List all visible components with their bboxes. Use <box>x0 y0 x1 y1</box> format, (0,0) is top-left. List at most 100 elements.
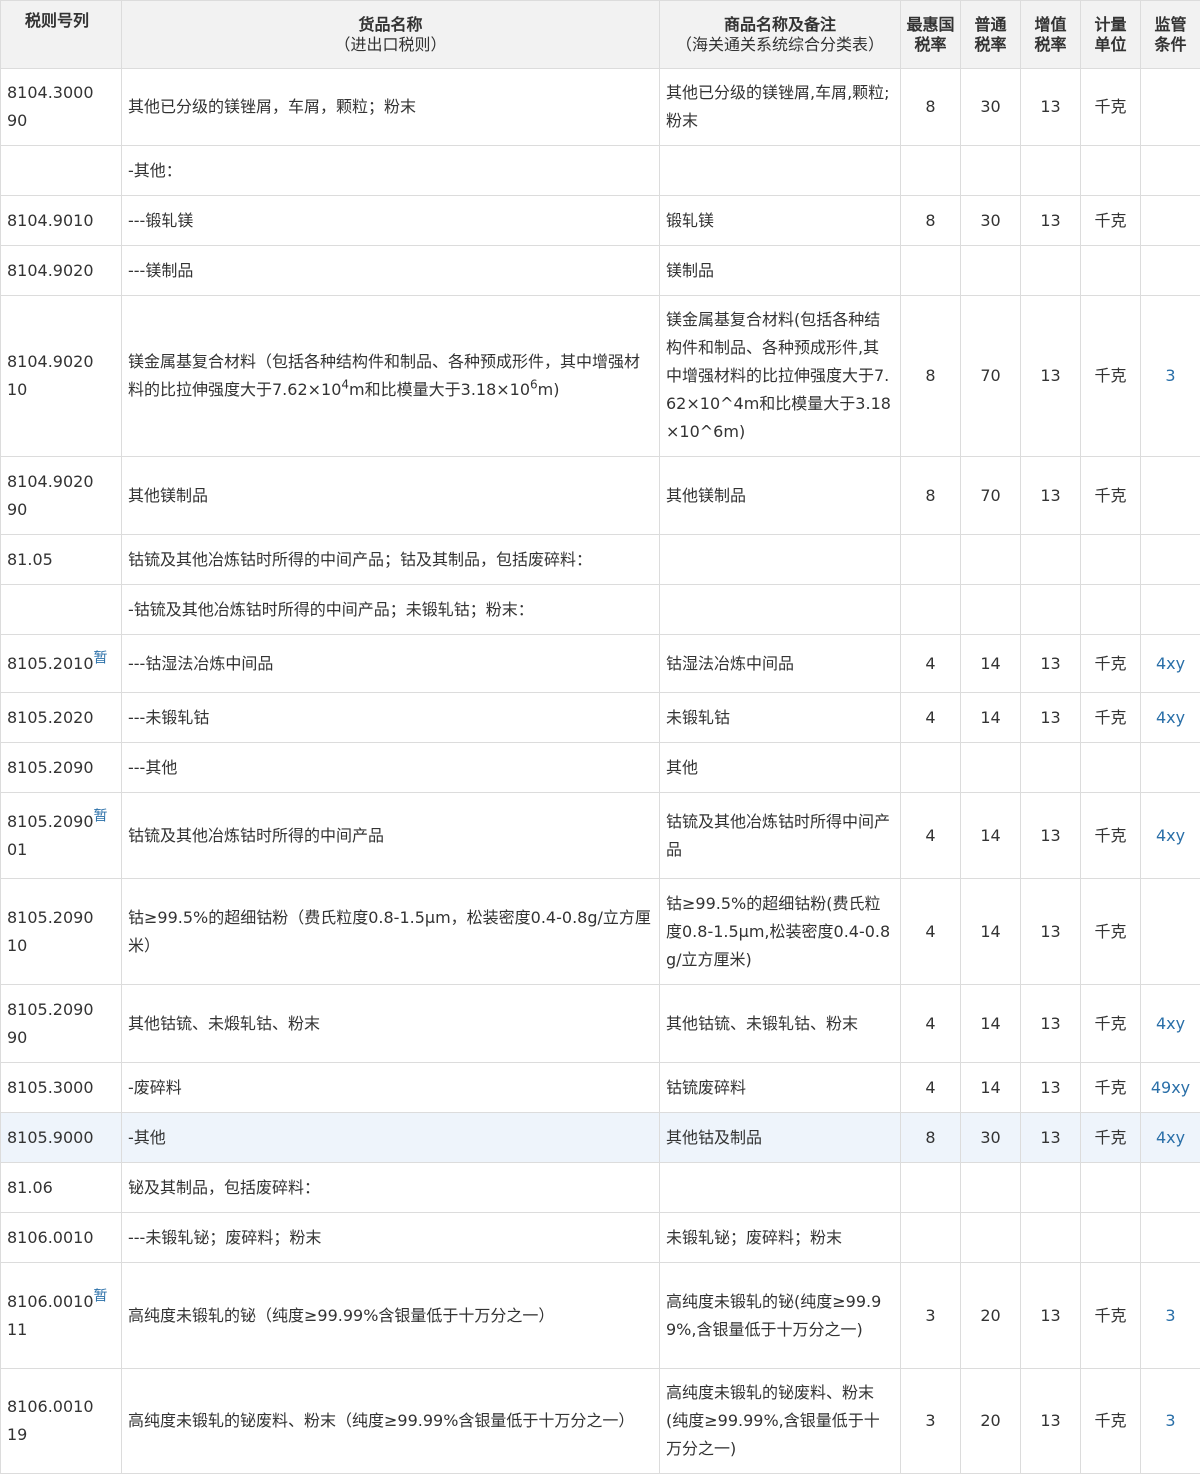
goods-remark: 钴湿法冶炼中间品 <box>660 635 901 693</box>
mfn-rate <box>901 585 961 635</box>
table-row: 8106.0010暂11 高纯度未锻轧的铋（纯度≥99.99%含银量低于十万分之… <box>1 1263 1200 1369</box>
goods-remark: 钴锍及其他冶炼钴时所得中间产品 <box>660 793 901 879</box>
tariff-code-suffix: 90 <box>7 111 27 130</box>
goods-name: 其他钴锍、未煅轧钴、粉末 <box>122 985 660 1063</box>
goods-name: 钴锍及其他冶炼钴时所得的中间产品；钴及其制品，包括废碎料： <box>122 535 660 585</box>
goods-remark <box>660 146 901 196</box>
goods-name: ---其他 <box>122 743 660 793</box>
goods-remark: 其他镁制品 <box>660 457 901 535</box>
vat-rate <box>1021 535 1081 585</box>
general-rate: 20 <box>961 1263 1021 1369</box>
tariff-code: 8105.2090 <box>7 1000 94 1019</box>
supervision-link[interactable]: 4xy <box>1141 693 1200 743</box>
table-row: 8106.001019 高纯度未锻轧的铋废料、粉末（纯度≥99.99%含银量低于… <box>1 1369 1200 1474</box>
goods-name: 钴≥99.5%的超细钴粉（费氏粒度0.8-1.5μm，松装密度0.4-0.8g/… <box>122 879 660 985</box>
tariff-code: 8105.2020 <box>1 693 122 743</box>
header-general-line1: 普通 <box>974 15 1006 34</box>
goods-remark: 钴锍废碎料 <box>660 1063 901 1113</box>
supervision-link[interactable]: 4xy <box>1141 793 1200 879</box>
supervision-link[interactable] <box>1141 457 1200 535</box>
supervision-link[interactable] <box>1141 196 1200 246</box>
vat-rate <box>1021 1163 1081 1213</box>
supervision-link[interactable] <box>1141 246 1200 296</box>
supervision-link[interactable]: 3 <box>1141 296 1200 457</box>
supervision-link[interactable]: 49xy <box>1141 1063 1200 1113</box>
vat-rate <box>1021 743 1081 793</box>
general-rate: 14 <box>961 793 1021 879</box>
tariff-code: 8104.9020 <box>1 246 122 296</box>
header-unit: 计量单位 <box>1081 1 1141 69</box>
goods-name: 其他已分级的镁锉屑，车屑，颗粒；粉末 <box>122 69 660 146</box>
header-unit-line1: 计量 <box>1094 15 1126 34</box>
table-row: 81.06 铋及其制品，包括废碎料： <box>1 1163 1200 1213</box>
supervision-link[interactable] <box>1141 585 1200 635</box>
exponent: 4 <box>341 378 349 392</box>
mfn-rate: 4 <box>901 985 961 1063</box>
unit <box>1081 146 1141 196</box>
tariff-code-suffix: 90 <box>7 1028 27 1047</box>
supervision-link[interactable] <box>1141 1213 1200 1263</box>
supervision-link[interactable] <box>1141 879 1200 985</box>
supervision-link[interactable]: 3 <box>1141 1263 1200 1369</box>
unit <box>1081 585 1141 635</box>
mfn-rate <box>901 1163 961 1213</box>
general-rate <box>961 585 1021 635</box>
header-remark-sub: （海关通关系统综合分类表） <box>662 35 898 55</box>
supervision-link[interactable] <box>1141 535 1200 585</box>
supervision-link[interactable]: 4xy <box>1141 635 1200 693</box>
mfn-rate <box>901 146 961 196</box>
table-row: 8105.209090 其他钴锍、未煅轧钴、粉末 其他钴锍、未锻轧钴、粉末 4 … <box>1 985 1200 1063</box>
unit: 千克 <box>1081 793 1141 879</box>
header-remark: 商品名称及备注（海关通关系统综合分类表） <box>660 1 901 69</box>
header-sup-line1: 监管 <box>1154 15 1186 34</box>
vat-rate: 13 <box>1021 1263 1081 1369</box>
mfn-rate <box>901 743 961 793</box>
goods-name: -其他： <box>122 146 660 196</box>
header-mfn-rate: 最惠国税率 <box>901 1 961 69</box>
unit: 千克 <box>1081 1063 1141 1113</box>
goods-remark: 其他 <box>660 743 901 793</box>
tariff-code-cell: 8106.001019 <box>1 1369 122 1474</box>
goods-remark: 钴≥99.5%的超细钴粉(费氏粒度0.8-1.5μm,松装密度0.4-0.8g/… <box>660 879 901 985</box>
provisional-rate-tag[interactable]: 暂 <box>94 650 108 666</box>
goods-name-text-mid: m和比模量大于3.18×10 <box>349 380 530 399</box>
vat-rate <box>1021 1213 1081 1263</box>
supervision-link[interactable] <box>1141 1163 1200 1213</box>
supervision-link[interactable]: 3 <box>1141 1369 1200 1474</box>
tariff-code-cell: 8104.902090 <box>1 457 122 535</box>
table-row: -钴锍及其他冶炼钴时所得的中间产品；未锻轧钴；粉末： <box>1 585 1200 635</box>
table-row: 8106.0010 ---未锻轧铋；废碎料；粉末 未锻轧铋；废碎料；粉末 <box>1 1213 1200 1263</box>
unit: 千克 <box>1081 69 1141 146</box>
tariff-code: 8105.3000 <box>1 1063 122 1113</box>
header-row: 税则号列 货品名称（进出口税则） 商品名称及备注（海关通关系统综合分类表） 最惠… <box>1 1 1200 69</box>
general-rate <box>961 146 1021 196</box>
goods-name: 高纯度未锻轧的铋废料、粉末（纯度≥99.99%含银量低于十万分之一） <box>122 1369 660 1474</box>
tariff-code: 81.06 <box>1 1163 122 1213</box>
supervision-link[interactable] <box>1141 743 1200 793</box>
vat-rate: 13 <box>1021 879 1081 985</box>
mfn-rate: 4 <box>901 793 961 879</box>
tariff-code-suffix: 01 <box>7 840 27 859</box>
supervision-link[interactable] <box>1141 146 1200 196</box>
tariff-code-cell: 8105.2090暂01 <box>1 793 122 879</box>
vat-rate: 13 <box>1021 1113 1081 1163</box>
goods-remark: 其他钴及制品 <box>660 1113 901 1163</box>
goods-name: ---未锻轧钴 <box>122 693 660 743</box>
unit <box>1081 1163 1141 1213</box>
supervision-link[interactable]: 4xy <box>1141 1113 1200 1163</box>
general-rate <box>961 743 1021 793</box>
supervision-link[interactable]: 4xy <box>1141 985 1200 1063</box>
tariff-code: 8104.9010 <box>1 196 122 246</box>
goods-name: ---镁制品 <box>122 246 660 296</box>
tariff-code: 8105.9000 <box>1 1113 122 1163</box>
unit: 千克 <box>1081 1263 1141 1369</box>
provisional-rate-tag[interactable]: 暂 <box>94 1288 108 1304</box>
mfn-rate: 4 <box>901 635 961 693</box>
general-rate: 30 <box>961 196 1021 246</box>
header-vat-rate: 增值税率 <box>1021 1 1081 69</box>
supervision-link[interactable] <box>1141 69 1200 146</box>
goods-remark: 镁金属基复合材料(包括各种结构件和制品、各种预成形件,其中增强材料的比拉伸强度大… <box>660 296 901 457</box>
tariff-code-cell: 8105.2010暂 <box>1 635 122 693</box>
provisional-rate-tag[interactable]: 暂 <box>94 808 108 824</box>
table-row: 8105.3000 -废碎料 钴锍废碎料 4 14 13 千克 49xy <box>1 1063 1200 1113</box>
